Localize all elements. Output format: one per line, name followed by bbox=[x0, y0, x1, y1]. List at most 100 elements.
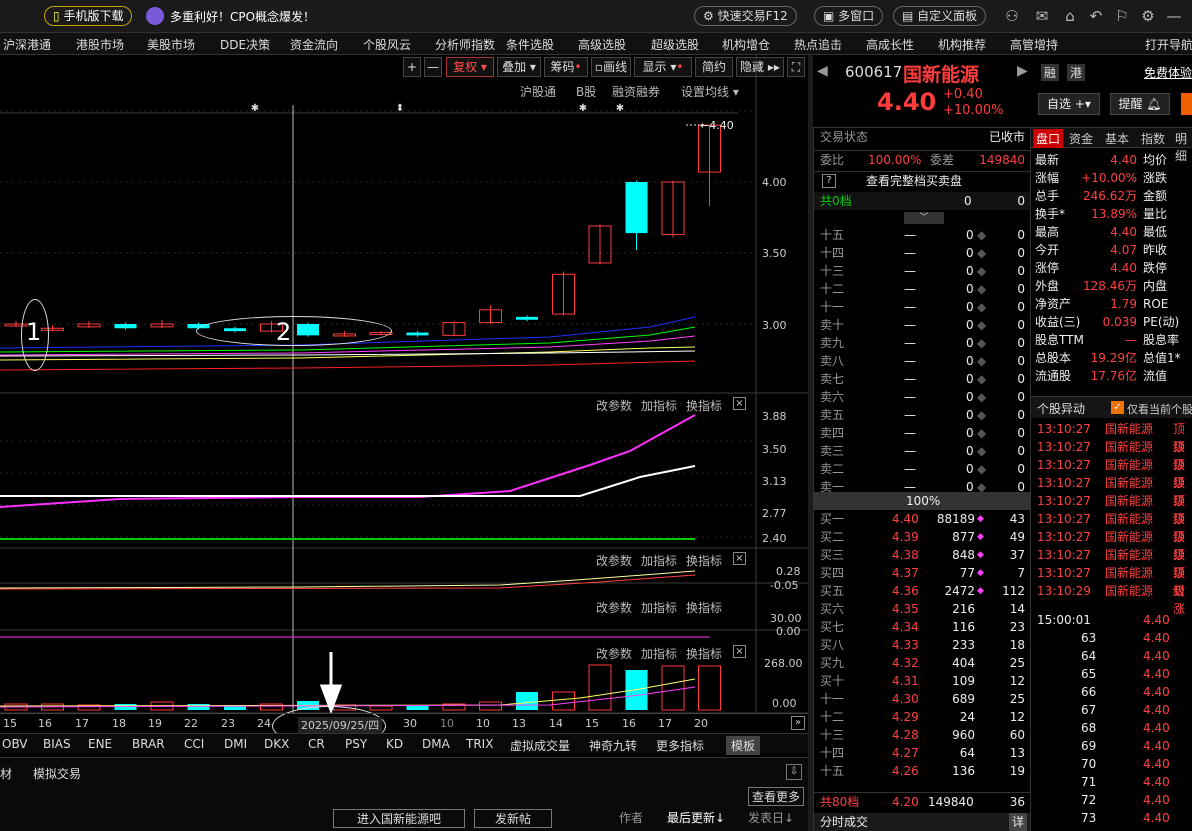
menu-item[interactable]: 分析师指数 bbox=[435, 36, 495, 53]
sub2-params[interactable]: 改参数 bbox=[596, 552, 632, 569]
next-stock-icon[interactable]: ▶ bbox=[1017, 63, 1028, 79]
close-icon[interactable]: × bbox=[733, 645, 746, 658]
menu-item[interactable]: 高管增持 bbox=[1010, 36, 1058, 53]
hk-tag[interactable]: 港 bbox=[1067, 64, 1086, 81]
indicator-tab[interactable]: OBV bbox=[2, 737, 28, 751]
bid-row[interactable]: 十三 4.28 960 60 bbox=[814, 726, 1031, 744]
minimize-icon[interactable]: — bbox=[1164, 6, 1184, 26]
download-icon[interactable]: ⇩ bbox=[786, 764, 802, 780]
sub3-add[interactable]: 加指标 bbox=[641, 599, 677, 616]
alert-row[interactable]: 13:10:29 国新能源 封涨 bbox=[1031, 582, 1192, 616]
close-icon[interactable]: × bbox=[733, 397, 746, 410]
bid-row[interactable]: 十四 4.27 64 13 bbox=[814, 744, 1031, 762]
bid-row[interactable]: 买六 4.35 216 14 bbox=[814, 600, 1031, 618]
bid-row[interactable]: 十五 4.26 136 19 bbox=[814, 762, 1031, 780]
ask-row[interactable]: 卖五 —0 ◆ 0 bbox=[814, 406, 1031, 424]
menu-item[interactable]: DDE决策 bbox=[220, 36, 270, 53]
back-icon[interactable]: ↶ bbox=[1086, 6, 1106, 26]
indicator-tab[interactable]: DMI bbox=[224, 737, 247, 751]
mobile-download-button[interactable]: ▯ 手机版下载 bbox=[44, 6, 133, 26]
alert-row[interactable]: 13:10:27 国新能源 顶级 bbox=[1031, 546, 1192, 580]
promo-text[interactable]: 多重利好！CPO概念爆发！ bbox=[170, 8, 315, 25]
sub4-params[interactable]: 改参数 bbox=[596, 645, 632, 662]
ask-row[interactable]: 十二 —0 ◆ 0 bbox=[814, 280, 1031, 298]
bid-row[interactable]: 买十 4.31 109 12 bbox=[814, 672, 1031, 690]
free-trial-link[interactable]: 免费体验 bbox=[1144, 64, 1192, 81]
indicator-tab[interactable]: CR bbox=[308, 737, 325, 751]
menu-item[interactable]: 个股风云 bbox=[363, 36, 411, 53]
ask-row[interactable]: 卖九 —0 ◆ 0 bbox=[814, 334, 1031, 352]
menu-item[interactable]: 机构增仓 bbox=[722, 36, 770, 53]
indicator-tab[interactable]: CCI bbox=[184, 737, 204, 751]
alert-row[interactable]: 13:10:27 国新能源 顶级 bbox=[1031, 564, 1192, 598]
sub3-switch[interactable]: 换指标 bbox=[686, 599, 722, 616]
indicator-tab[interactable]: 更多指标 bbox=[656, 737, 704, 754]
indicator-tab[interactable]: DKX bbox=[264, 737, 289, 751]
alert-row[interactable]: 13:10:27 国新能源 顶级 bbox=[1031, 492, 1192, 526]
enter-forum-button[interactable]: 进入国新能源吧 bbox=[333, 809, 465, 828]
bid-row[interactable]: 买一 4.40 88189 ◆ 43 bbox=[814, 510, 1031, 528]
alerts-title[interactable]: 个股异动 bbox=[1037, 400, 1085, 417]
ask-row[interactable]: 十五 —0 ◆ 0 bbox=[814, 226, 1031, 244]
settings-icon[interactable]: ⚙ bbox=[1138, 6, 1158, 26]
indicator-tab[interactable]: BRAR bbox=[132, 737, 165, 751]
view-more-button[interactable]: 查看更多 bbox=[748, 787, 805, 806]
prev-stock-icon[interactable]: ◀ bbox=[817, 63, 828, 79]
sub2-add[interactable]: 加指标 bbox=[641, 552, 677, 569]
sub1-add[interactable]: 加指标 bbox=[641, 397, 677, 414]
home-icon[interactable]: ⌂ bbox=[1060, 6, 1080, 26]
indicator-tab[interactable]: BIAS bbox=[43, 737, 71, 751]
bid-row[interactable]: 买四 4.37 77 ◆ 7 bbox=[814, 564, 1031, 582]
bid-row[interactable]: 买七 4.34 116 23 bbox=[814, 618, 1031, 636]
indicator-tab[interactable]: 虚拟成交量 bbox=[510, 737, 570, 754]
bid-row[interactable]: 买五 4.36 2472 ◆ 112 bbox=[814, 582, 1031, 600]
ask-row[interactable]: 卖八 —0 ◆ 0 bbox=[814, 352, 1031, 370]
skin-icon[interactable]: ⚐ bbox=[1112, 6, 1132, 26]
margin-tag[interactable]: 融 bbox=[1041, 64, 1060, 81]
close-icon[interactable]: × bbox=[733, 552, 746, 565]
menu-item[interactable]: 资金流向 bbox=[290, 36, 338, 53]
time-trades-header[interactable]: 分时成交详 bbox=[814, 813, 1031, 831]
last-update-header[interactable]: 最后更新↓ bbox=[667, 809, 725, 826]
alert-row[interactable]: 13:10:27 国新能源 顶级 bbox=[1031, 420, 1192, 454]
bid-row[interactable]: 买八 4.33 233 18 bbox=[814, 636, 1031, 654]
indicator-tab[interactable]: DMA bbox=[422, 737, 450, 751]
tab-pankou[interactable]: 盘口 bbox=[1033, 129, 1064, 148]
menu-item[interactable]: 机构推荐 bbox=[938, 36, 986, 53]
multi-window-button[interactable]: ▣ 多窗口 bbox=[814, 6, 884, 26]
tab-index[interactable]: 指数 bbox=[1141, 130, 1165, 147]
full-book-row[interactable]: ? 查看完整档买卖盘 bbox=[814, 171, 1031, 189]
menu-item[interactable]: 超级选股 bbox=[651, 36, 699, 53]
sub4-add[interactable]: 加指标 bbox=[641, 645, 677, 662]
sub2-switch[interactable]: 换指标 bbox=[686, 552, 722, 569]
indicator-tab[interactable]: 神奇九转 bbox=[589, 737, 637, 754]
ask-row[interactable]: 卖三 —0 ◆ 0 bbox=[814, 442, 1031, 460]
trade-button[interactable] bbox=[1181, 93, 1192, 115]
post-button[interactable]: 发新帖 bbox=[474, 809, 552, 828]
sub3-params[interactable]: 改参数 bbox=[596, 599, 632, 616]
alert-row[interactable]: 13:10:27 国新能源 顶级 bbox=[1031, 528, 1192, 562]
alert-row[interactable]: 13:10:27 国新能源 顶级 bbox=[1031, 438, 1192, 472]
post-date-header[interactable]: 发表日↓ bbox=[748, 809, 794, 826]
menu-item[interactable]: 高成长性 bbox=[866, 36, 914, 53]
ask-row[interactable]: 十一 —0 ◆ 0 bbox=[814, 298, 1031, 316]
menu-item[interactable]: 港股市场 bbox=[76, 36, 124, 53]
bottom-tab[interactable]: 模拟交易 bbox=[33, 765, 81, 782]
user-icon[interactable]: ⚇ bbox=[1002, 6, 1022, 26]
indicator-tab[interactable]: 模板 bbox=[726, 736, 761, 755]
custom-panel-button[interactable]: ▤ 自定义面板 bbox=[893, 6, 987, 26]
sub1-params[interactable]: 改参数 bbox=[596, 397, 632, 414]
tab-basic[interactable]: 基本 bbox=[1105, 130, 1129, 147]
indicator-tab[interactable]: ENE bbox=[88, 737, 112, 751]
menu-item[interactable]: 美股市场 bbox=[147, 36, 195, 53]
ask-row[interactable]: 卖七 —0 ◆ 0 bbox=[814, 370, 1031, 388]
alert-row[interactable]: 13:10:27 国新能源 顶级 bbox=[1031, 510, 1192, 544]
ask-row[interactable]: 卖四 —0 ◆ 0 bbox=[814, 424, 1031, 442]
bid-row[interactable]: 买三 4.38 848 ◆ 37 bbox=[814, 546, 1031, 564]
alert-button[interactable]: 提醒 🔔︎ bbox=[1110, 93, 1170, 115]
scroll-right-icon[interactable]: » bbox=[791, 716, 805, 730]
add-watch-button[interactable]: 自选 +▾ bbox=[1038, 93, 1100, 115]
tab-funds[interactable]: 资金 bbox=[1069, 130, 1093, 147]
ask-row[interactable]: 卖十 —0 ◆ 0 bbox=[814, 316, 1031, 334]
menu-item[interactable]: 热点追击 bbox=[794, 36, 842, 53]
